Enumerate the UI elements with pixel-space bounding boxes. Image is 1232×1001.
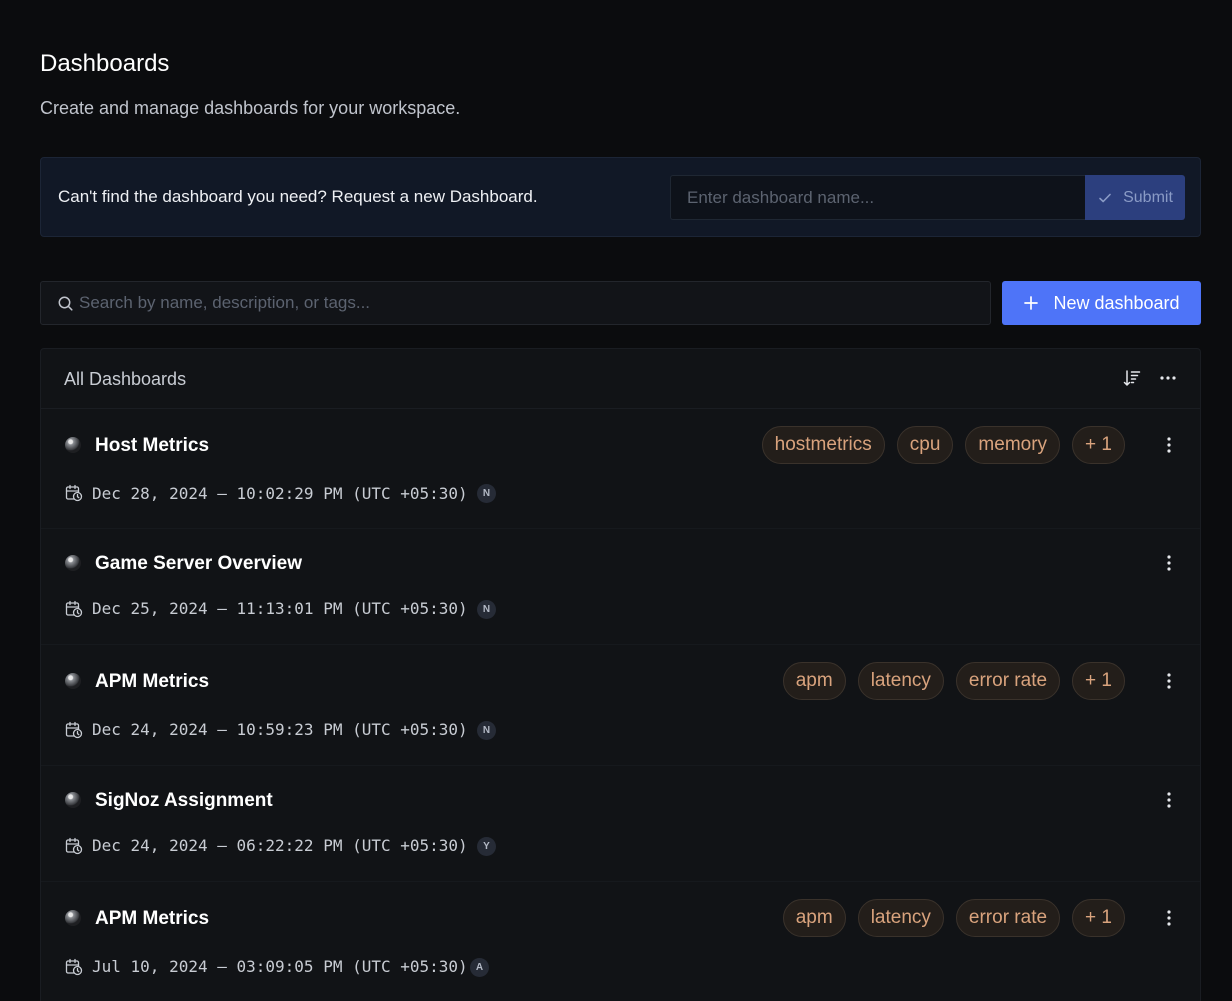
dashboard-row[interactable]: APM Metrics apm latency error rate + 1 D… <box>41 645 1200 766</box>
eight-ball-icon <box>65 792 81 808</box>
dashboard-date: Dec 24, 2024 — 10:59:23 PM (UTC +05:30) <box>92 720 468 739</box>
dashboard-date: Dec 24, 2024 — 06:22:22 PM (UTC +05:30) <box>92 836 468 855</box>
page-subtitle: Create and manage dashboards for your wo… <box>40 98 461 118</box>
dashboard-row[interactable]: APM Metrics apm latency error rate + 1 J… <box>41 882 1200 1001</box>
dashboard-date: Dec 25, 2024 — 11:13:01 PM (UTC +05:30) <box>92 599 468 618</box>
avatar: Y <box>477 837 496 856</box>
tag: cpu <box>896 426 954 464</box>
tag: error rate <box>955 662 1061 700</box>
calendar-clock-icon <box>65 837 83 855</box>
calendar-clock-icon <box>65 721 83 739</box>
tag-more[interactable]: + 1 <box>1072 426 1125 464</box>
dashboard-date: Jul 10, 2024 — 03:09:05 PM (UTC +05:30) <box>92 957 468 976</box>
search-box <box>40 281 991 325</box>
tag: hostmetrics <box>761 426 885 464</box>
tag: memory <box>965 426 1061 464</box>
tag-list: hostmetrics cpu memory + 1 <box>761 426 1125 464</box>
request-dashboard-banner: Can't find the dashboard you need? Reque… <box>40 157 1201 237</box>
list-title: All Dashboards <box>64 369 187 389</box>
page-title: Dashboards <box>40 50 170 77</box>
eight-ball-icon <box>65 437 81 453</box>
tag: latency <box>857 899 944 937</box>
tag: apm <box>782 899 846 937</box>
more-vertical-icon[interactable] <box>1159 435 1179 455</box>
plus-icon <box>1024 296 1039 310</box>
sort-icon[interactable] <box>1122 368 1142 388</box>
tag: latency <box>857 662 944 700</box>
more-vertical-icon[interactable] <box>1159 908 1179 928</box>
tag: apm <box>782 662 846 700</box>
dashboard-date: Dec 28, 2024 — 10:02:29 PM (UTC +05:30) <box>92 484 468 503</box>
search-icon <box>58 296 73 311</box>
dashboard-name[interactable]: SigNoz Assignment <box>95 790 273 812</box>
more-vertical-icon[interactable] <box>1159 790 1179 810</box>
calendar-clock-icon <box>65 958 83 976</box>
more-vertical-icon[interactable] <box>1159 553 1179 573</box>
request-dashboard-text: Can't find the dashboard you need? Reque… <box>58 187 538 206</box>
dashboards-list: All Dashboards Host Metrics hostmetrics … <box>40 348 1201 1001</box>
avatar: N <box>477 600 496 619</box>
dashboard-name[interactable]: APM Metrics <box>95 671 209 693</box>
avatar: N <box>477 721 496 740</box>
submit-button[interactable]: Submit <box>1085 175 1185 220</box>
avatar: N <box>477 484 496 503</box>
more-vertical-icon[interactable] <box>1159 671 1179 691</box>
search-input[interactable] <box>79 282 979 324</box>
avatar: A <box>470 958 489 977</box>
more-horizontal-icon[interactable] <box>1158 368 1178 388</box>
eight-ball-icon <box>65 910 81 926</box>
new-dashboard-button[interactable]: New dashboard <box>1002 281 1201 325</box>
tag-more[interactable]: + 1 <box>1072 899 1125 937</box>
check-icon <box>1099 193 1111 202</box>
calendar-clock-icon <box>65 484 83 502</box>
dashboard-name[interactable]: Game Server Overview <box>95 553 302 575</box>
dashboard-name[interactable]: Host Metrics <box>95 435 209 457</box>
dashboard-row[interactable]: Game Server Overview Dec 25, 2024 — 11:1… <box>41 529 1200 645</box>
tag-more[interactable]: + 1 <box>1072 662 1125 700</box>
calendar-clock-icon <box>65 600 83 618</box>
tag: error rate <box>955 899 1061 937</box>
dashboard-name[interactable]: APM Metrics <box>95 908 209 930</box>
dashboard-row[interactable]: SigNoz Assignment Dec 24, 2024 — 06:22:2… <box>41 766 1200 882</box>
dashboard-name-input[interactable] <box>670 175 1086 220</box>
eight-ball-icon <box>65 673 81 689</box>
list-header: All Dashboards <box>41 349 1200 409</box>
new-dashboard-label: New dashboard <box>1053 292 1180 313</box>
tag-list: apm latency error rate + 1 <box>782 662 1125 700</box>
eight-ball-icon <box>65 555 81 571</box>
dashboard-row[interactable]: Host Metrics hostmetrics cpu memory + 1 … <box>41 409 1200 529</box>
submit-label: Submit <box>1123 188 1173 206</box>
tag-list: apm latency error rate + 1 <box>782 899 1125 937</box>
